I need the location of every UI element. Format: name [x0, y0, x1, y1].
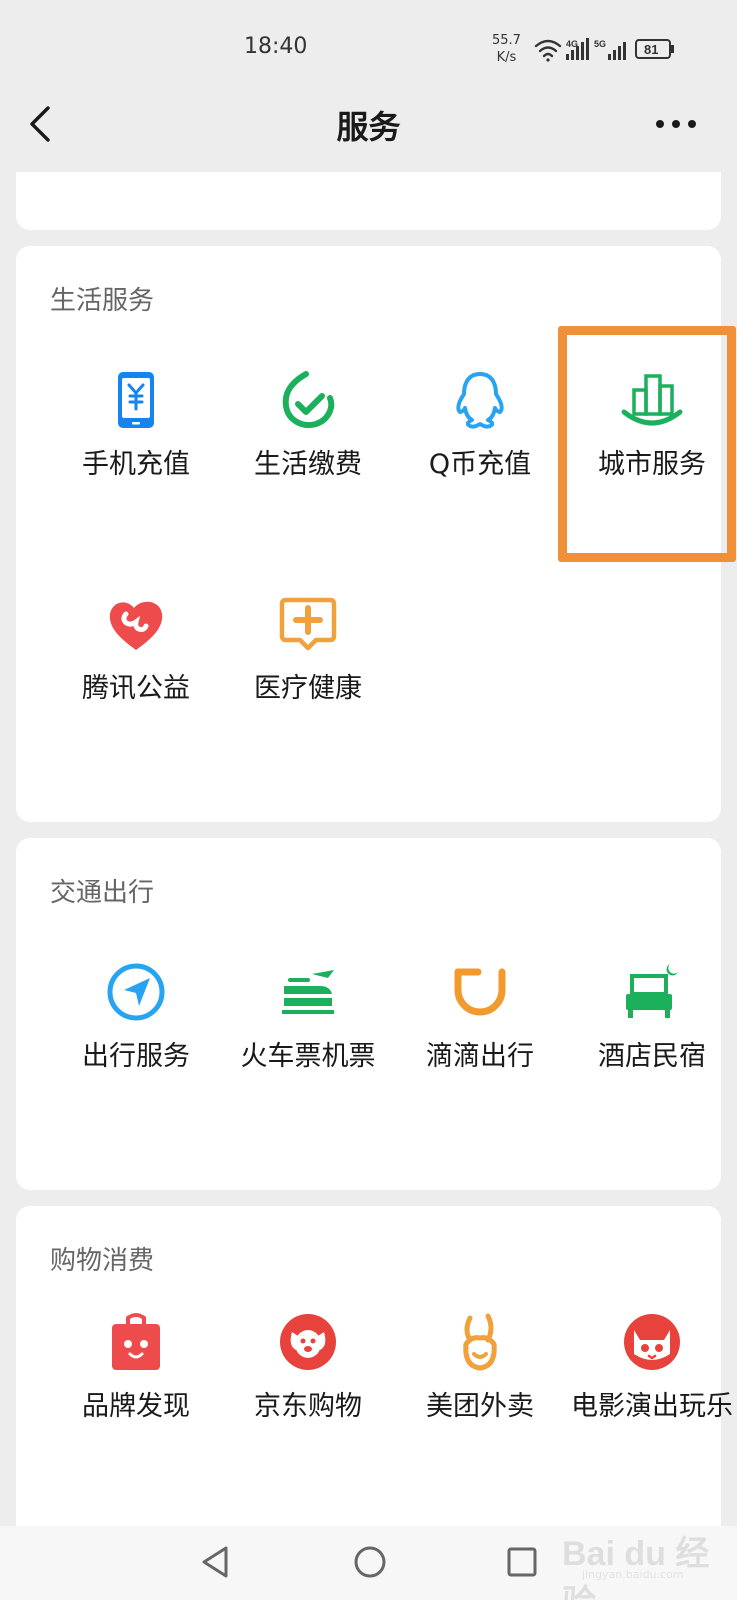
- nav-bar: 服务: [0, 96, 737, 172]
- service-tencent-charity[interactable]: 腾讯公益: [50, 592, 222, 710]
- jd-dog-icon: [280, 1314, 336, 1370]
- network-speed-unit: K/s: [496, 50, 517, 65]
- service-label: 电影演出玩乐: [571, 1391, 733, 1422]
- service-medical-health[interactable]: 医疗健康: [222, 592, 394, 710]
- signal-5g-label: 5G: [594, 39, 606, 49]
- maoyan-cat-icon: [624, 1314, 680, 1370]
- service-q-coin[interactable]: Q币充值: [394, 368, 566, 486]
- service-travel[interactable]: 出行服务: [50, 960, 222, 1078]
- service-meituan-delivery[interactable]: 美团外卖: [394, 1310, 566, 1428]
- circle-home-icon[interactable]: [350, 1542, 390, 1582]
- service-label: 腾讯公益: [82, 673, 190, 704]
- bill-payment-icon: [282, 371, 335, 428]
- watermark-subtext: jingyan.baidu.com: [582, 1568, 684, 1581]
- service-label: 医疗健康: [254, 673, 362, 704]
- phone-recharge-icon: [118, 372, 154, 428]
- section-card-transport: 交通出行 出行服务 火车票机票 滴滴出行 酒店民宿: [16, 838, 721, 1190]
- navigation-arrow-icon: [107, 963, 165, 1021]
- service-label: 美团外卖: [426, 1391, 534, 1422]
- service-label: 火车票机票: [240, 1041, 376, 1072]
- highlight-box-city-services: [558, 326, 736, 562]
- triangle-back-icon[interactable]: [196, 1542, 236, 1582]
- page-title: 服务: [336, 108, 401, 146]
- service-label: Q币充值: [428, 449, 532, 480]
- battery-level: 81: [644, 42, 658, 57]
- medical-cross-icon: [279, 597, 337, 651]
- network-speed-value: 55.7: [492, 33, 521, 48]
- status-bar: 18:40 55.7 K/s 4G 5G 81: [0, 0, 737, 96]
- service-movies-shows[interactable]: 电影演出玩乐: [566, 1310, 737, 1428]
- section-card-shopping: 购物消费 品牌发现 京东购物 美团外卖 电影演出玩乐: [16, 1206, 733, 1526]
- service-brand-discovery[interactable]: 品牌发现: [50, 1310, 222, 1428]
- section-title: 交通出行: [50, 878, 155, 908]
- service-label: 生活缴费: [254, 449, 362, 480]
- service-label: 出行服务: [82, 1041, 190, 1072]
- baidu-watermark: Bai du 经验 jingyan.baidu.com: [562, 1524, 737, 1600]
- service-label: 品牌发现: [82, 1391, 190, 1422]
- charity-heart-icon: [109, 601, 163, 650]
- service-label: 滴滴出行: [426, 1041, 534, 1072]
- signal-bars-icon: [608, 42, 626, 60]
- status-time: 18:40: [244, 34, 308, 59]
- qq-penguin-icon: [456, 372, 504, 429]
- watermark-text: Bai du 经验: [562, 1535, 710, 1600]
- service-jd-shopping[interactable]: 京东购物: [222, 1310, 394, 1428]
- service-phone-recharge[interactable]: 手机充值: [50, 368, 222, 486]
- service-didi[interactable]: 滴滴出行: [394, 960, 566, 1078]
- meituan-rabbit-icon: [463, 1313, 497, 1371]
- section-title: 购物消费: [50, 1246, 155, 1276]
- service-label: 手机充值: [82, 449, 190, 480]
- service-label: 京东购物: [254, 1391, 362, 1422]
- didi-icon: [454, 968, 506, 1016]
- wifi-icon: [534, 39, 562, 62]
- section-title: 生活服务: [50, 286, 155, 316]
- brand-bag-icon: [112, 1313, 160, 1370]
- service-bill-payment[interactable]: 生活缴费: [222, 368, 394, 486]
- service-hotel[interactable]: 酒店民宿: [566, 960, 737, 1078]
- more-dots-icon[interactable]: [650, 102, 702, 146]
- battery-icon: 81: [635, 39, 674, 59]
- service-label: 酒店民宿: [598, 1041, 706, 1072]
- train-plane-icon: [282, 970, 334, 1014]
- square-recent-icon[interactable]: [502, 1542, 542, 1582]
- network-speed: 55.7 K/s: [492, 32, 521, 66]
- previous-section-card: [16, 172, 721, 230]
- service-train-flight[interactable]: 火车票机票: [222, 960, 394, 1078]
- hotel-bed-icon: [626, 964, 678, 1018]
- status-icons: 4G 5G 81: [534, 38, 674, 62]
